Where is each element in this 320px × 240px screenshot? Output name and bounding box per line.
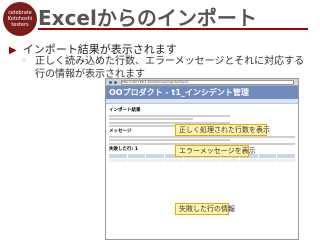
import-result-heading: インポート結果 (109, 108, 141, 113)
address-bar: http://192.168.1.10/redmine/projects/imp… (121, 79, 294, 85)
title-underline (38, 28, 308, 30)
message-line (109, 139, 230, 141)
back-icon (109, 80, 112, 84)
callout-success-rows: 正しく処理された行数を表示 (175, 124, 270, 136)
failed-table-row (109, 158, 296, 162)
forward-icon (114, 80, 117, 84)
logo: celebrate Kotohoshi testers (3, 2, 37, 36)
result-line (109, 114, 230, 117)
bullet-circle-icon: ◦ (21, 56, 27, 67)
callout-error-message: エラーメッセージを表示 (175, 145, 256, 157)
app-header: OOプロダクト - t1_インシデント管理 (106, 86, 298, 99)
callout-failed-rows: 失敗した行の情報 (175, 203, 235, 215)
logo-line-3: testers (11, 22, 29, 28)
slide-title: Excelからのインポート (38, 6, 257, 30)
browser-toolbar: http://192.168.1.10/redmine/projects/imp… (106, 79, 298, 86)
result-line (109, 118, 193, 120)
bullet-arrow-icon: ▶ (9, 45, 17, 56)
embedded-screenshot: http://192.168.1.10/redmine/projects/imp… (105, 78, 299, 240)
